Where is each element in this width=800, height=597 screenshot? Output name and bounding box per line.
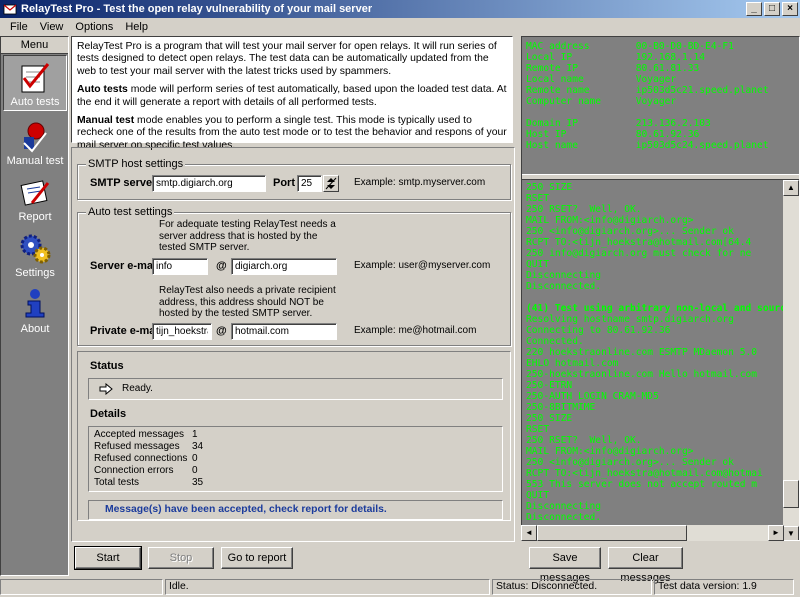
port-spinner[interactable] <box>323 175 339 192</box>
sidebar-item-settings[interactable]: Settings <box>3 227 67 283</box>
statusbar-connection: Status: Disconnected. <box>492 579 652 595</box>
detail-label: Total tests <box>94 477 140 488</box>
smtp-host-group: SMTP host settings SMTP server Port Exam… <box>77 158 511 200</box>
menu-options[interactable]: Options <box>69 21 119 33</box>
sidebar-item-manual-test[interactable]: Manual test <box>3 115 67 171</box>
smtp-server-label: SMTP server <box>90 177 157 189</box>
about-icon <box>25 289 45 318</box>
sidebar-item-about[interactable]: About <box>3 283 67 339</box>
settings-icon <box>20 234 51 264</box>
window-title: RelayTest Pro - Test the open relay vuln… <box>21 3 373 15</box>
connection-info-log: MAC address 00-B0-D0-BD-E4-F1 Local IP 1… <box>526 41 769 151</box>
scroll-right-icon[interactable]: ► <box>768 525 784 541</box>
detail-value: 0 <box>192 465 198 476</box>
manual-test-icon <box>23 122 47 153</box>
auto-tests-icon <box>21 63 50 93</box>
spinner-arrows-icon <box>325 177 337 190</box>
detail-value: 34 <box>192 441 204 452</box>
auto-test-group: Auto test settings For adequate testing … <box>77 206 511 346</box>
sidebar-item-report[interactable]: Report <box>3 171 67 227</box>
close-button[interactable]: × <box>782 2 798 16</box>
app-icon <box>3 4 17 15</box>
description-panel: RelayTest Pro is a program that will tes… <box>71 36 513 151</box>
sidebar: Menu Auto tests Manual test Report Setti… <box>0 36 69 576</box>
sidebar-item-label: About <box>20 323 50 335</box>
scroll-down-icon[interactable]: ▼ <box>783 526 799 540</box>
message-log[interactable]: 250 SIZE RSET 250 RSET? Well, OK. MAIL F… <box>522 180 785 540</box>
server-email-domain-input[interactable] <box>231 258 337 275</box>
log-panel: MAC address 00-B0-D0-BD-E4-F1 Local IP 1… <box>521 36 800 541</box>
status-bar: Idle. Status: Disconnected. Test data ve… <box>0 579 800 597</box>
status-title: Status <box>90 360 124 372</box>
statusbar-blank <box>0 579 163 595</box>
sidebar-item-label: Auto tests <box>10 96 60 108</box>
server-email-user-input[interactable] <box>152 258 208 275</box>
smtp-example: Example: smtp.myserver.com <box>354 177 486 188</box>
message-log-bottom: Resolving hostname smtp.digiarch.org Con… <box>526 314 763 523</box>
scrollbar-thumb[interactable] <box>783 480 799 508</box>
result-message: Message(s) have been accepted, check rep… <box>105 504 387 515</box>
statusbar-version: Test data version: 1.9 <box>654 579 794 595</box>
clear-messages-button[interactable]: Clear messages <box>608 547 683 584</box>
description-auto: Auto tests mode will perform series of t… <box>77 84 507 108</box>
statusbar-state: Idle. <box>165 579 490 595</box>
details-list: Accepted messages 1 Refused messages 34 … <box>88 426 503 492</box>
detail-value: 0 <box>192 453 198 464</box>
scroll-left-icon[interactable]: ◄ <box>521 525 537 541</box>
horizontal-scrollbar-thumb[interactable] <box>537 525 687 541</box>
server-email-note: For adequate testing RelayTest needs a s… <box>159 219 336 253</box>
private-email-example: Example: me@hotmail.com <box>354 325 477 336</box>
detail-label: Refused connections <box>94 453 188 464</box>
save-messages-button[interactable]: Save messages <box>529 547 601 584</box>
at-sign: @ <box>216 260 227 272</box>
smtp-server-input[interactable] <box>152 175 266 192</box>
stop-button[interactable]: Stop <box>148 547 214 569</box>
arrow-right-icon <box>99 383 113 395</box>
detail-value: 35 <box>192 477 204 488</box>
private-email-domain-input[interactable] <box>231 323 337 340</box>
message-log-top: 250 SIZE RSET 250 RSET? Well, OK. MAIL F… <box>526 182 752 292</box>
server-email-label: Server e-mail <box>90 260 160 272</box>
menu-view[interactable]: View <box>34 21 70 33</box>
start-button[interactable]: Start <box>74 546 142 570</box>
message-log-highlight: (41) Test using arbitrary non-local and … <box>526 303 785 314</box>
status-box: Status Ready. Details Accepted messages … <box>77 351 511 521</box>
menu-help[interactable]: Help <box>119 21 154 33</box>
private-email-note: RelayTest also needs a private recipient… <box>159 285 336 319</box>
horizontal-scrollbar[interactable]: ◄ ► <box>521 525 784 541</box>
result-message-box: Message(s) have been accepted, check rep… <box>88 500 503 520</box>
description-intro: RelayTest Pro is a program that will tes… <box>77 41 497 77</box>
maximize-button[interactable]: □ <box>764 2 780 16</box>
sidebar-item-label: Report <box>18 211 52 223</box>
auto-tests-panel: SMTP host settings SMTP server Port Exam… <box>71 147 515 542</box>
title-bar[interactable]: RelayTest Pro - Test the open relay vuln… <box>0 0 800 18</box>
detail-label: Refused messages <box>94 441 180 452</box>
go-to-report-button[interactable]: Go to report <box>221 547 293 569</box>
private-email-label: Private e-mail <box>90 325 162 337</box>
menu-file[interactable]: File <box>4 21 34 33</box>
details-title: Details <box>90 408 127 420</box>
sidebar-header: Menu <box>1 37 68 54</box>
sidebar-item-label: Manual test <box>6 155 64 167</box>
private-email-user-input[interactable] <box>152 323 212 340</box>
port-label: Port <box>273 177 295 189</box>
port-input[interactable] <box>297 175 322 192</box>
sidebar-item-label: Settings <box>15 267 55 279</box>
status-field: Ready. <box>88 378 503 400</box>
menu-bar: File View Options Help <box>0 18 800 35</box>
scroll-up-icon[interactable]: ▲ <box>783 180 799 196</box>
detail-value: 1 <box>192 429 198 440</box>
detail-label: Accepted messages <box>94 429 185 440</box>
server-email-example: Example: user@myserver.com <box>354 260 491 271</box>
report-icon <box>20 180 50 206</box>
minimize-button[interactable]: _ <box>746 2 762 16</box>
message-log-scrollbar[interactable]: ▲ ▼ <box>783 180 799 540</box>
status-text: Ready. <box>122 383 153 394</box>
auto-group-title: Auto test settings <box>86 206 175 218</box>
sidebar-item-auto-tests[interactable]: Auto tests <box>3 55 67 111</box>
at-sign: @ <box>216 325 227 337</box>
detail-label: Connection errors <box>94 465 174 476</box>
smtp-group-title: SMTP host settings <box>86 158 186 170</box>
